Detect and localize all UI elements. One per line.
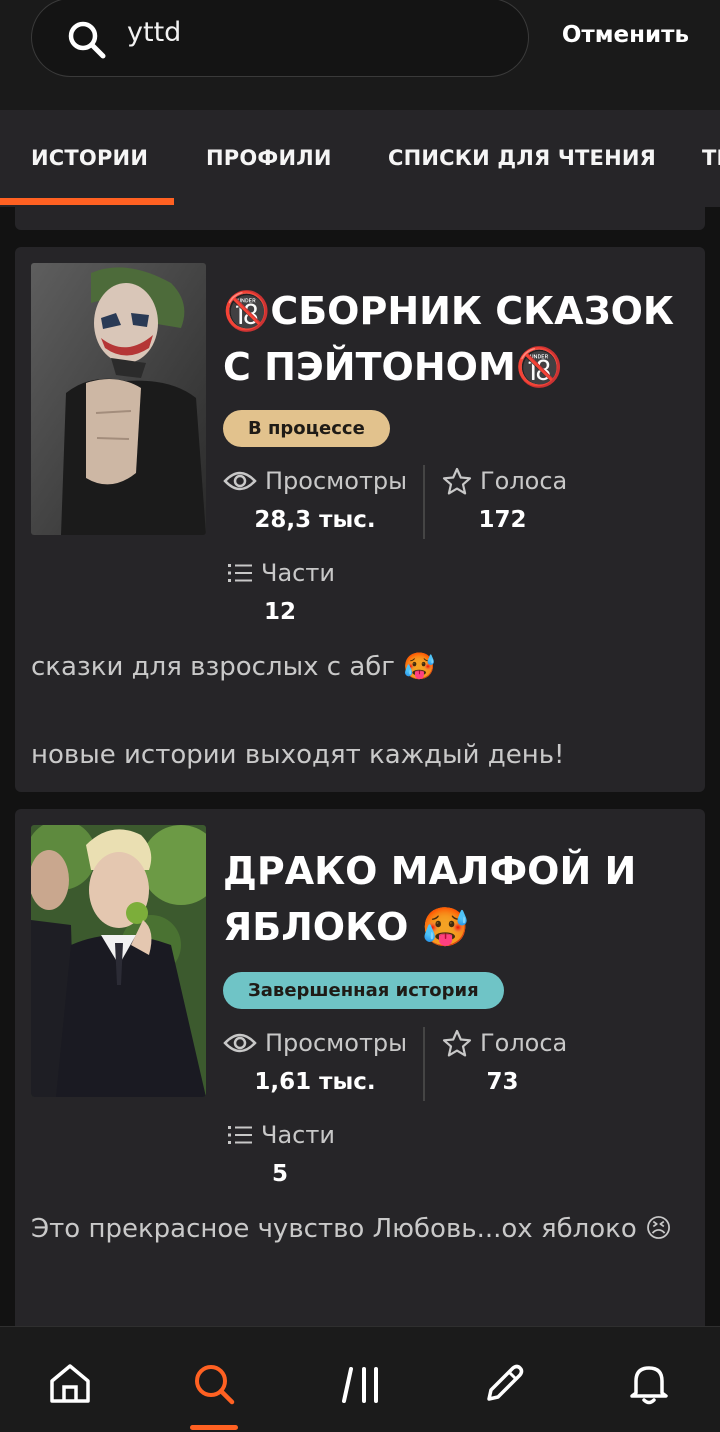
bottom-navigation	[0, 1326, 720, 1432]
story-title[interactable]: ДРАКО МАЛФОЙ И ЯБЛОКО 🥵	[223, 843, 693, 955]
votes-count: 172	[478, 507, 527, 533]
parts-stat: Части	[227, 559, 335, 587]
list-icon	[228, 564, 252, 582]
parts-count: 12	[263, 599, 296, 625]
notifications-icon[interactable]	[626, 1361, 672, 1407]
star-icon	[442, 467, 472, 495]
stat-divider	[423, 465, 425, 539]
views-stat: Просмотры	[223, 1029, 407, 1057]
views-label: Просмотры	[265, 467, 408, 495]
parts-count: 5	[271, 1161, 288, 1187]
parts-label: Части	[261, 1121, 335, 1149]
story-card[interactable]: ДРАКО МАЛФОЙ И ЯБЛОКО 🥵 Завершенная исто…	[15, 809, 705, 1326]
tab-tags[interactable]: ТЕ	[702, 146, 720, 170]
cancel-button[interactable]: Отменить	[562, 22, 689, 48]
views-label: Просмотры	[265, 1029, 408, 1057]
star-icon	[442, 1029, 472, 1057]
eye-icon	[223, 471, 257, 491]
results-list[interactable]: 🔞СБОРНИК СКАЗОК С ПЭЙТОНОМ🔞 В процессе П…	[0, 207, 720, 1326]
story-cover-image[interactable]	[31, 263, 206, 535]
results-tabs: ИСТОРИИ ПРОФИЛИ СПИСКИ ДЛЯ ЧТЕНИЯ ТЕ	[0, 110, 720, 207]
votes-stat: Голоса	[442, 1029, 567, 1057]
votes-count: 73	[486, 1069, 519, 1095]
parts-stat: Части	[227, 1121, 335, 1149]
search-icon	[68, 21, 106, 59]
search-icon[interactable]	[191, 1361, 237, 1407]
story-cover-image[interactable]	[31, 825, 206, 1097]
votes-stat: Голоса	[442, 467, 567, 495]
story-title[interactable]: 🔞СБОРНИК СКАЗОК С ПЭЙТОНОМ🔞	[223, 283, 693, 395]
search-header: yttd Отменить	[0, 0, 720, 110]
tab-stories[interactable]: ИСТОРИИ	[31, 146, 148, 170]
home-icon[interactable]	[47, 1361, 93, 1407]
views-stat: Просмотры	[223, 467, 407, 495]
story-card[interactable]: 🔞СБОРНИК СКАЗОК С ПЭЙТОНОМ🔞 В процессе П…	[15, 247, 705, 792]
votes-label: Голоса	[480, 1029, 568, 1057]
active-tab-indicator	[0, 198, 174, 205]
views-count: 1,61 тыс.	[254, 1069, 376, 1095]
parts-label: Части	[261, 559, 335, 587]
eye-icon	[223, 1033, 257, 1053]
stat-divider	[423, 1027, 425, 1101]
search-query: yttd	[127, 17, 182, 48]
write-icon[interactable]	[481, 1361, 527, 1407]
views-count: 28,3 тыс.	[254, 507, 376, 533]
story-description: Это прекрасное чувство Любовь...ох яблок…	[31, 1214, 673, 1244]
story-description: сказки для взрослых с абг 🥵 новые истори…	[31, 652, 565, 770]
library-icon[interactable]	[339, 1361, 385, 1407]
tab-reading-lists[interactable]: СПИСКИ ДЛЯ ЧТЕНИЯ	[388, 146, 656, 170]
story-card-previous[interactable]	[15, 207, 705, 230]
status-badge: Завершенная история	[223, 972, 504, 1009]
search-input[interactable]: yttd	[31, 0, 529, 77]
votes-label: Голоса	[480, 467, 568, 495]
tab-profiles[interactable]: ПРОФИЛИ	[206, 146, 332, 170]
status-badge: В процессе	[223, 410, 390, 447]
list-icon	[228, 1126, 252, 1144]
active-nav-indicator	[190, 1425, 238, 1430]
